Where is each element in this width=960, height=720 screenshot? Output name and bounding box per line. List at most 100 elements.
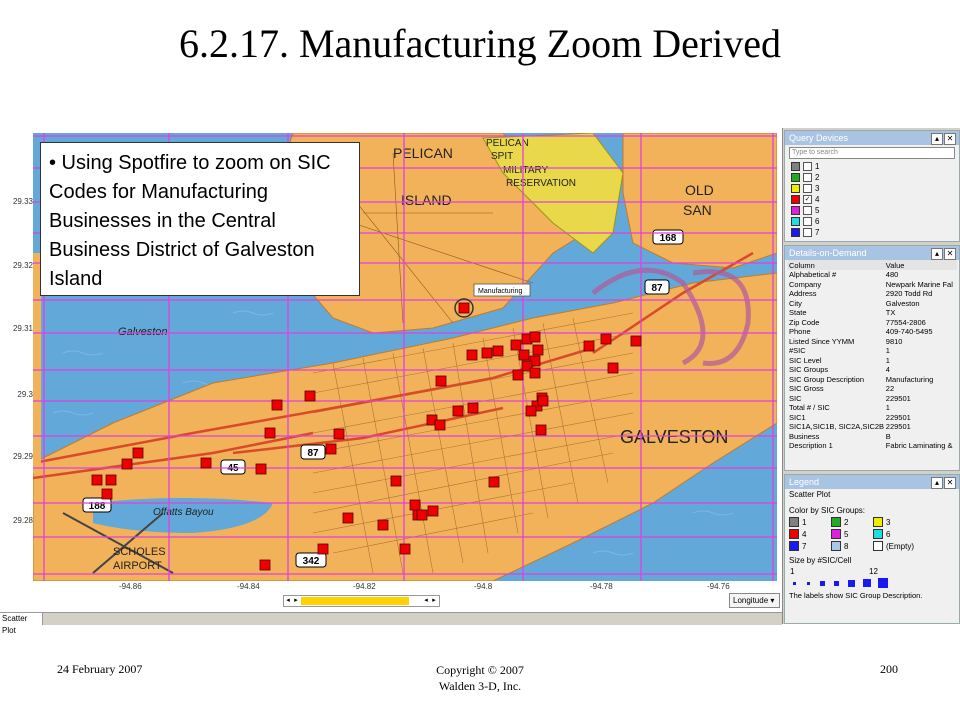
column-header: Column <box>787 260 884 270</box>
checkbox[interactable] <box>803 184 812 194</box>
legend-swatch <box>873 517 883 527</box>
scroll-left-arrow-icon[interactable]: ◂ <box>284 596 292 606</box>
query-device-item[interactable]: 2 <box>785 172 959 183</box>
manufacturing-marker[interactable] <box>481 347 493 359</box>
manufacturing-marker[interactable] <box>255 463 267 475</box>
manufacturing-marker[interactable] <box>518 349 530 361</box>
legend-label: 2 <box>844 517 849 527</box>
value-cell: 77554-2806 <box>885 317 926 327</box>
manufacturing-marker[interactable] <box>271 399 283 411</box>
legend-item: 7 <box>789 541 831 551</box>
legend-label: 1 <box>802 517 807 527</box>
manufacturing-marker[interactable] <box>342 512 354 524</box>
query-search-input[interactable]: Type to search <box>789 147 955 159</box>
query-device-item[interactable]: 3 <box>785 183 959 194</box>
manufacturing-marker[interactable] <box>399 543 411 555</box>
manufacturing-marker[interactable] <box>434 419 446 431</box>
manufacturing-marker[interactable] <box>435 375 447 387</box>
checkbox[interactable]: ✓ <box>803 195 812 205</box>
table-row: State TX <box>787 308 957 318</box>
checkbox[interactable] <box>803 206 812 216</box>
map-label-scholes: SCHOLES <box>113 546 166 558</box>
checkbox[interactable] <box>803 173 812 183</box>
manufacturing-marker[interactable] <box>259 559 271 571</box>
manufacturing-marker[interactable] <box>91 474 103 486</box>
manufacturing-marker[interactable] <box>264 427 276 439</box>
query-device-label: 2 <box>815 173 820 182</box>
manufacturing-marker[interactable] <box>416 509 428 521</box>
query-device-item[interactable]: 1 <box>785 161 959 172</box>
checkbox[interactable] <box>803 228 812 238</box>
manufacturing-marker[interactable] <box>427 505 439 517</box>
manufacturing-marker[interactable] <box>409 499 421 511</box>
x-tick: -94.82 <box>353 582 376 591</box>
manufacturing-marker[interactable] <box>333 428 345 440</box>
manufacturing-marker[interactable] <box>583 340 595 352</box>
manufacturing-marker[interactable] <box>466 349 478 361</box>
manufacturing-marker[interactable] <box>525 405 537 417</box>
close-icon[interactable]: ✕ <box>944 133 956 145</box>
manufacturing-marker[interactable] <box>512 369 524 381</box>
collapse-icon[interactable]: ▴ <box>931 133 943 145</box>
x-axis-zoom-slider[interactable]: ◂ ▸ ◂ ▸ <box>283 595 440 607</box>
tab-scatter-plot[interactable]: Scatter Plot <box>0 613 43 635</box>
manufacturing-marker[interactable] <box>317 543 329 555</box>
query-device-item[interactable]: 7 <box>785 227 959 238</box>
manufacturing-marker[interactable] <box>467 402 479 414</box>
legend-label: 4 <box>802 529 807 539</box>
manufacturing-marker[interactable] <box>529 331 541 343</box>
y-tick: 29.31 <box>12 324 33 333</box>
column-name-cell: Address <box>789 289 817 298</box>
manufacturing-marker[interactable] <box>200 457 212 469</box>
page-number: 200 <box>880 662 898 676</box>
collapse-icon[interactable]: ▴ <box>931 477 943 489</box>
checkbox[interactable] <box>803 162 812 172</box>
manufacturing-marker[interactable] <box>377 519 389 531</box>
manufacturing-marker[interactable] <box>630 335 642 347</box>
manufacturing-marker[interactable] <box>529 367 541 379</box>
manufacturing-marker[interactable] <box>488 476 500 488</box>
column-name-cell: State <box>789 308 807 317</box>
query-device-item[interactable]: ✓ 4 <box>785 194 959 205</box>
column-name-cell: SIC <box>789 393 802 403</box>
manufacturing-marker[interactable] <box>607 362 619 374</box>
x-axis-column-select[interactable]: Longitude ▾ <box>729 593 780 608</box>
manufacturing-marker[interactable] <box>458 302 470 314</box>
legend-label: 7 <box>802 541 807 551</box>
manufacturing-marker[interactable] <box>132 447 144 459</box>
manufacturing-marker[interactable] <box>105 474 117 486</box>
manufacturing-marker[interactable] <box>532 344 544 356</box>
map-label-old: OLD <box>685 182 714 198</box>
checkbox[interactable] <box>803 217 812 227</box>
legend-swatch <box>831 541 841 551</box>
close-icon[interactable]: ✕ <box>944 248 956 260</box>
manufacturing-marker[interactable] <box>325 443 337 455</box>
manufacturing-marker[interactable] <box>304 390 316 402</box>
manufacturing-marker[interactable] <box>121 458 133 470</box>
manufacturing-marker[interactable] <box>390 475 402 487</box>
table-row: #SIC 1 <box>787 346 957 356</box>
manufacturing-marker[interactable] <box>510 339 522 351</box>
manufacturing-marker[interactable] <box>600 333 612 345</box>
zoom-slider-thumb[interactable] <box>301 597 409 605</box>
scroll-right-arrow-icon[interactable]: ▸ <box>292 596 300 606</box>
color-swatch <box>791 173 800 183</box>
legend-plot-type: Scatter Plot <box>789 490 831 499</box>
details-table: Column Value Alphabetical # 480 Company Newp… <box>787 260 957 451</box>
legend-item: (Empty) <box>873 541 921 551</box>
collapse-icon[interactable]: ▴ <box>931 248 943 260</box>
manufacturing-marker[interactable] <box>452 405 464 417</box>
map-label-pelican: PELICAN <box>393 145 453 161</box>
query-device-item[interactable]: 6 <box>785 216 959 227</box>
close-icon[interactable]: ✕ <box>944 477 956 489</box>
manufacturing-marker[interactable] <box>535 424 547 436</box>
table-row: Company Newpark Marine Fal <box>787 280 957 290</box>
scroll-right-arrow-icon[interactable]: ▸ <box>430 596 438 606</box>
manufacturing-marker[interactable] <box>101 488 113 500</box>
query-device-item[interactable]: 5 <box>785 205 959 216</box>
scroll-left-arrow-icon[interactable]: ◂ <box>422 596 430 606</box>
value-cell: 229501 <box>885 393 911 403</box>
legend-swatch <box>831 529 841 539</box>
manufacturing-marker[interactable] <box>537 395 549 407</box>
manufacturing-marker[interactable] <box>492 345 504 357</box>
